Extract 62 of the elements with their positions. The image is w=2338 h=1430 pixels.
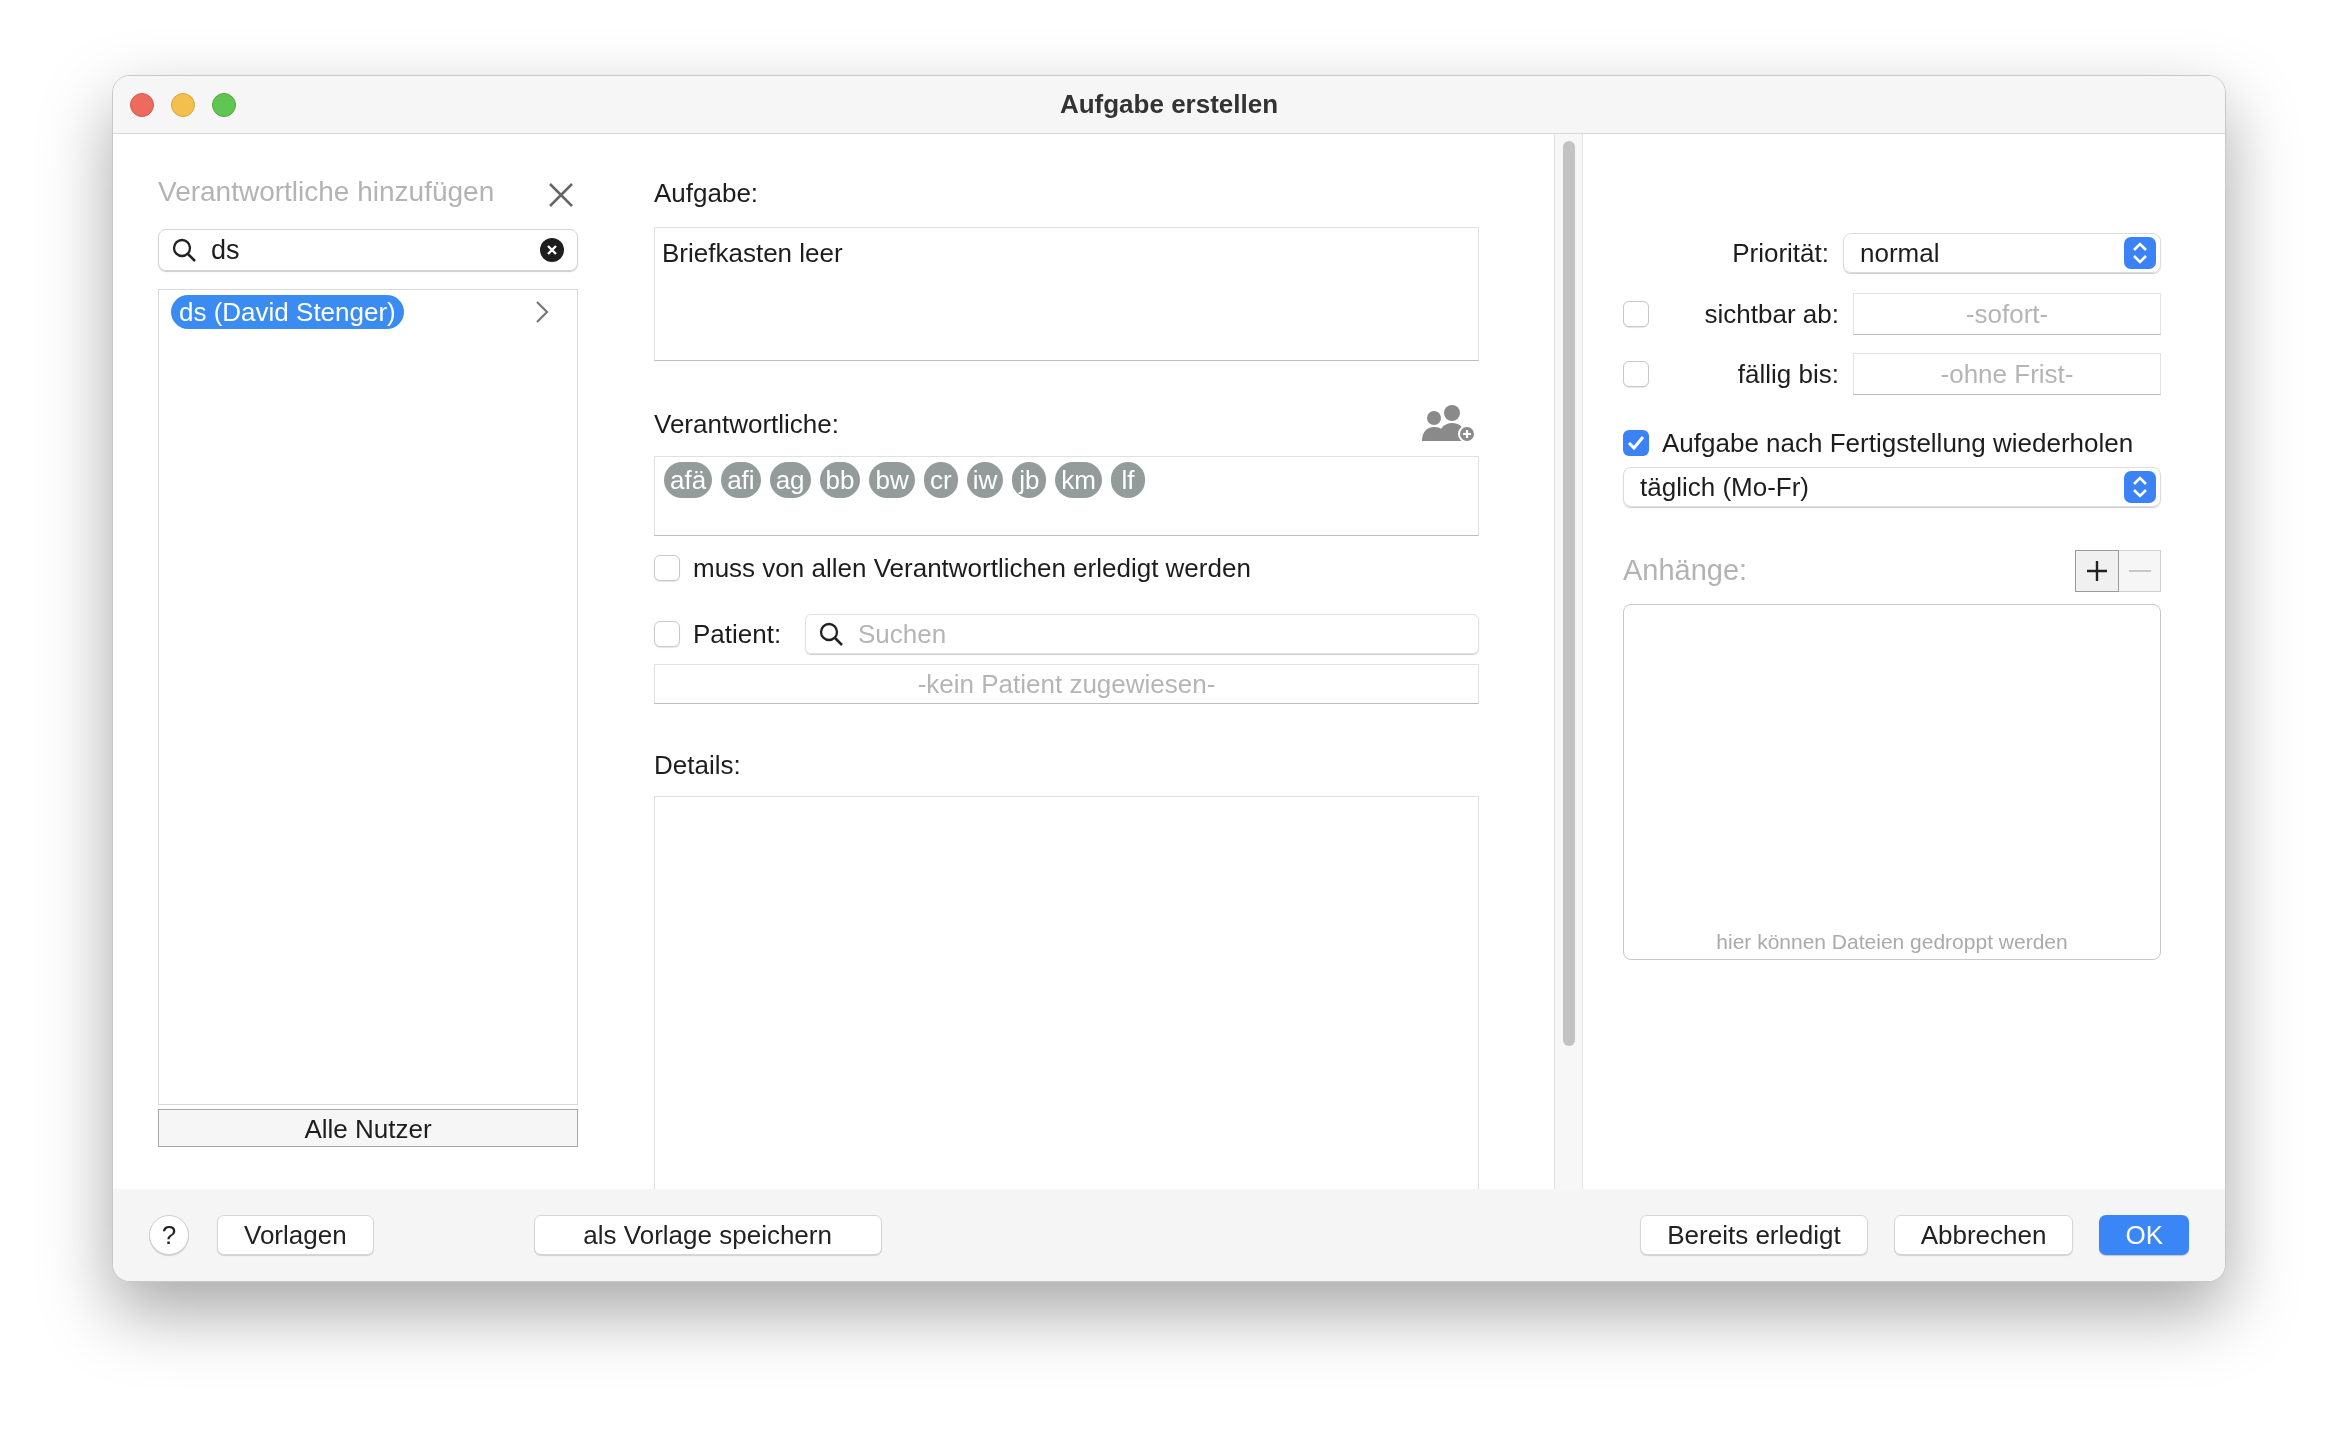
user-chip[interactable]: cr [923,462,958,498]
checkbox[interactable] [1623,361,1649,387]
plus-icon [2086,560,2108,582]
chevron-right-icon[interactable] [535,300,549,324]
search-field[interactable]: ds [158,229,578,271]
task-text-field[interactable]: Briefkasten leer [654,227,1479,361]
user-chip[interactable]: jb [1012,462,1047,498]
dialog-button[interactable]: Abbrechen [1893,1215,2074,1255]
user-chip[interactable]: lf [1110,462,1145,498]
user-chip[interactable]: afi [721,462,761,498]
date-field[interactable]: -ohne Frist- [1853,353,2161,395]
minus-icon [2128,570,2151,572]
interval-dropdown[interactable]: täglich (Mo-Fr) [1623,467,2161,507]
help-button[interactable]: ? [149,1215,189,1255]
field-label: Aufgabe: [654,177,760,210]
patient-search-field[interactable]: Suchen [805,614,1479,654]
user-chip[interactable]: bw [869,462,915,498]
checkbox-label: sichtbar ab: [1703,297,1840,331]
date-field[interactable]: -sofort- [1853,293,2161,335]
attachments-drop-area[interactable]: hier können Dateien gedroppt werden [1623,604,2161,960]
drop-hint: hier können Dateien gedroppt werden [1716,928,2068,955]
checkbox-label: Patient: [693,617,783,651]
checkbox-label: fällig bis: [1736,357,1840,391]
checkbox-label: muss von allen Verantwortlichen erledigt werden [693,551,1251,585]
dialog-button[interactable]: Vorlagen [217,1215,374,1255]
chevron-up-down-icon [2124,471,2156,503]
dialog-button[interactable]: Bereits erledigt [1640,1215,1868,1255]
close-window-button[interactable] [130,92,154,117]
checkbox[interactable] [1623,301,1649,327]
user-chip[interactable]: bb [819,462,861,498]
user-chip[interactable]: iw [966,462,1004,498]
zoom-window-button[interactable] [212,92,236,117]
search-icon [171,237,197,263]
ok-button[interactable]: OK [2099,1215,2189,1255]
field-label: Priorität: [1731,236,1829,270]
dialog-button[interactable]: als Vorlage speichern [533,1215,882,1255]
window-title: Aufgabe erstellen [1059,88,1279,121]
panel-title: Verantwortliche hinzufügen [158,175,495,209]
user-chip[interactable]: afä [664,462,713,498]
checkmark-icon [1626,433,1646,453]
checkbox[interactable] [654,621,680,647]
patient-field: -kein Patient zugewiesen- [654,664,1479,704]
user-chip[interactable]: km [1055,462,1102,498]
priority-dropdown[interactable]: normal [1843,233,2161,273]
add-button[interactable] [2075,550,2119,592]
add-people-icon[interactable] [1419,404,1477,444]
checkbox[interactable] [1623,430,1649,456]
all-users-button[interactable]: Alle Nutzer [158,1109,578,1147]
field-label: Details: [654,749,742,782]
user-list-item[interactable]: ds (David Stenger) [171,295,404,329]
checkbox-label: Aufgabe nach Fertigstellung wiederholen [1662,426,2134,460]
section-label: Anhänge: [1623,553,1748,589]
scrollbar[interactable] [1554,134,1583,1189]
minimize-window-button[interactable] [171,92,195,117]
search-icon [818,621,844,647]
close-icon[interactable] [548,182,574,208]
clear-icon[interactable] [539,237,565,263]
chevron-up-down-icon [2124,237,2156,269]
user-chip[interactable]: ag [769,462,811,498]
field-label: Verantwortliche: [654,407,839,441]
checkbox[interactable] [654,555,680,581]
responsibles-field[interactable]: afä afi ag bb bw cr iw jb km lf [654,456,1479,536]
